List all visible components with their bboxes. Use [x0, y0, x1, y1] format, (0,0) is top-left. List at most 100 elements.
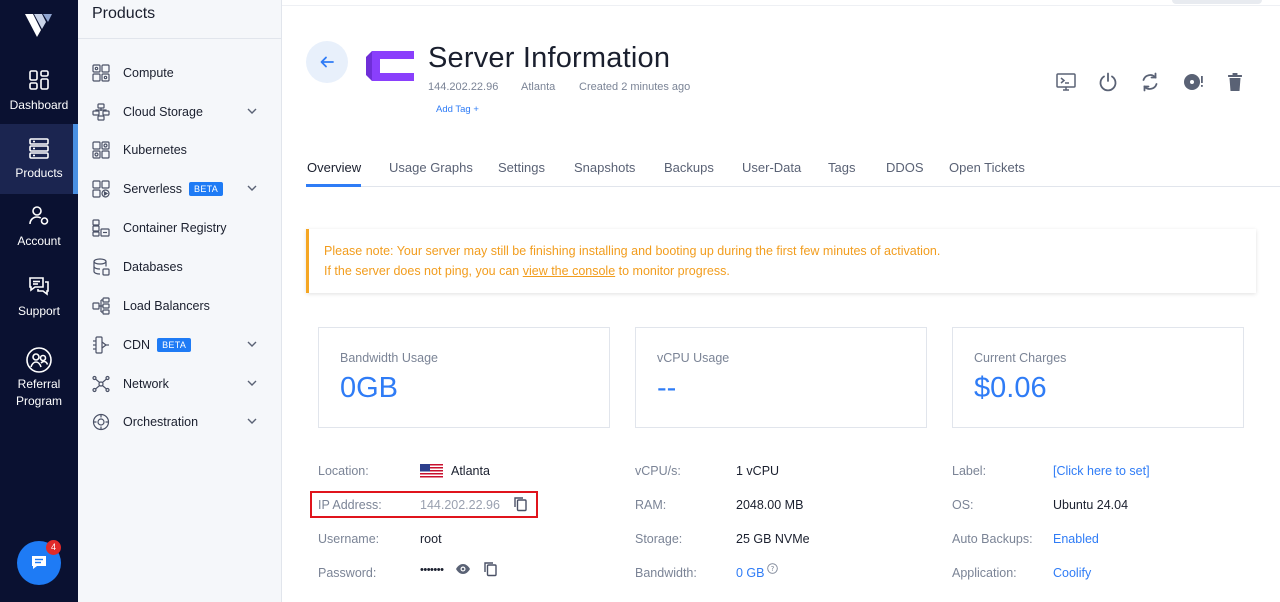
chevron-down-icon[interactable]	[246, 415, 258, 427]
menu-item-label: Load Balancers	[123, 299, 210, 313]
bandwidth-usage-card: Bandwidth Usage 0GB	[318, 327, 610, 428]
os-value: Ubuntu 24.04	[1053, 498, 1129, 512]
notice-line-2: If the server does not ping, you can vie…	[324, 264, 730, 278]
card-value: $0.06	[974, 372, 1047, 404]
add-tag-link[interactable]: Add Tag +	[436, 104, 479, 115]
menu-item-label: Compute	[123, 66, 174, 80]
tab-user-data[interactable]: User-Data	[742, 160, 801, 175]
chevron-down-icon[interactable]	[246, 338, 258, 350]
vcpu-label: vCPU/s:	[635, 464, 681, 478]
tab-backups[interactable]: Backups	[664, 160, 714, 175]
rail-item-dashboard[interactable]: Dashboard	[0, 68, 78, 120]
rail-item-support[interactable]: Support	[0, 274, 78, 324]
label-label: Label:	[952, 464, 987, 478]
tab-settings[interactable]: Settings	[498, 160, 545, 175]
activation-notice: Please note: Your server may still be fi…	[306, 229, 1256, 293]
ram-value: 2048.00 MB	[736, 498, 804, 512]
tab-overview[interactable]: Overview	[307, 160, 361, 175]
tab-open-tickets[interactable]: Open Tickets	[949, 160, 1025, 175]
back-button[interactable]	[306, 41, 348, 83]
cloud-storage-icon	[92, 103, 110, 121]
chevron-down-icon[interactable]	[246, 377, 258, 389]
rail-item-label: Support	[17, 304, 61, 318]
delete-trash-icon[interactable]	[1224, 71, 1246, 93]
menu-item-serverless[interactable]: Serverless BETA	[92, 178, 272, 200]
chevron-down-icon[interactable]	[246, 182, 258, 194]
menu-item-kubernetes[interactable]: Kubernetes	[92, 139, 272, 161]
rail-item-label: Dashboard	[9, 98, 69, 112]
show-password-eye-icon[interactable]	[455, 562, 471, 576]
password-label: Password:	[318, 566, 377, 580]
rail-item-referral-program[interactable]: Referral Program	[0, 346, 78, 410]
card-label: Bandwidth Usage	[340, 351, 438, 365]
tab-usage-graphs[interactable]: Usage Graphs	[389, 160, 473, 175]
notice-text: to monitor progress.	[615, 264, 730, 278]
menu-item-network[interactable]: Network	[92, 373, 272, 395]
location-label: Location:	[318, 464, 369, 478]
auto-backups-label: Auto Backups:	[952, 532, 1033, 546]
ip-address-label: IP Address:	[318, 498, 382, 512]
menu-item-orchestration[interactable]: Orchestration	[92, 411, 272, 433]
rail-item-account[interactable]: Account	[0, 204, 78, 254]
tabs-divider	[306, 186, 1280, 187]
server-location: Atlanta	[521, 81, 556, 93]
chat-bubble-icon	[32, 556, 46, 569]
rail-item-products[interactable]: Products	[0, 124, 78, 194]
menu-item-databases[interactable]: Databases	[92, 256, 272, 278]
restart-icon[interactable]	[1139, 71, 1161, 93]
menu-item-label: Serverless	[123, 182, 183, 196]
ip-address-value[interactable]: 144.202.22.96	[420, 498, 500, 512]
menu-item-compute[interactable]: Compute	[92, 62, 272, 84]
location-value: Atlanta	[451, 464, 490, 478]
set-label-link[interactable]: [Click here to set]	[1053, 464, 1150, 478]
menu-item-label: Kubernetes	[123, 143, 187, 157]
chevron-down-icon[interactable]	[246, 105, 258, 117]
rail-item-label: Referral Program	[15, 377, 62, 408]
console-icon[interactable]	[1055, 71, 1077, 93]
coolify-logo-icon	[366, 51, 414, 81]
card-value: 0GB	[340, 372, 399, 404]
copy-password-icon[interactable]	[483, 561, 498, 577]
copy-icon[interactable]	[513, 496, 528, 512]
notice-text: If the server does not ping, you can	[324, 264, 523, 278]
auto-backups-link[interactable]: Enabled	[1053, 532, 1099, 546]
kubernetes-icon	[92, 141, 110, 159]
storage-value: 25 GB NVMe	[736, 532, 810, 546]
arrow-left-icon	[320, 56, 334, 68]
card-value: --	[657, 372, 677, 404]
password-value: •••••••	[420, 564, 444, 576]
server-ip: 144.202.22.96	[428, 81, 499, 93]
server-stack-icon	[29, 138, 49, 159]
username-label: Username:	[318, 532, 380, 546]
referral-users-icon	[26, 347, 52, 373]
main-nav-rail: Dashboard Products Account Support Refer…	[0, 0, 78, 602]
help-icon[interactable]: ?	[767, 563, 778, 574]
power-icon[interactable]	[1097, 71, 1119, 93]
reinstall-disc-icon[interactable]	[1182, 71, 1204, 93]
menu-item-load-balancers[interactable]: Load Balancers	[92, 295, 272, 317]
network-icon	[92, 375, 110, 393]
tab-tags[interactable]: Tags	[828, 160, 855, 175]
dashboard-icon	[29, 70, 49, 90]
cdn-icon	[93, 336, 109, 354]
menu-item-label: Databases	[123, 260, 183, 274]
application-link[interactable]: Coolify	[1053, 566, 1091, 580]
server-information-page: Server Information 144.202.22.96 Atlanta…	[282, 0, 1280, 602]
ram-label: RAM:	[635, 498, 667, 512]
tab-ddos[interactable]: DDOS	[886, 160, 924, 175]
storage-label: Storage:	[635, 532, 683, 546]
tab-snapshots[interactable]: Snapshots	[574, 160, 635, 175]
vcpu-value: 1 vCPU	[736, 464, 780, 478]
menu-item-cdn[interactable]: CDN BETA	[92, 334, 272, 356]
bandwidth-value[interactable]: 0 GB	[736, 566, 765, 580]
us-flag-icon	[420, 464, 443, 479]
menu-item-label: Cloud Storage	[123, 105, 203, 119]
menu-item-cloud-storage[interactable]: Cloud Storage	[92, 101, 272, 123]
vultr-logo-icon[interactable]	[22, 10, 56, 40]
serverless-icon	[92, 180, 110, 198]
view-console-link[interactable]: view the console	[523, 264, 615, 278]
active-tab-indicator	[306, 184, 361, 187]
beta-badge: BETA	[189, 182, 224, 196]
menu-item-container-registry[interactable]: Container Registry	[92, 217, 272, 239]
menu-item-label: Network	[123, 377, 169, 391]
